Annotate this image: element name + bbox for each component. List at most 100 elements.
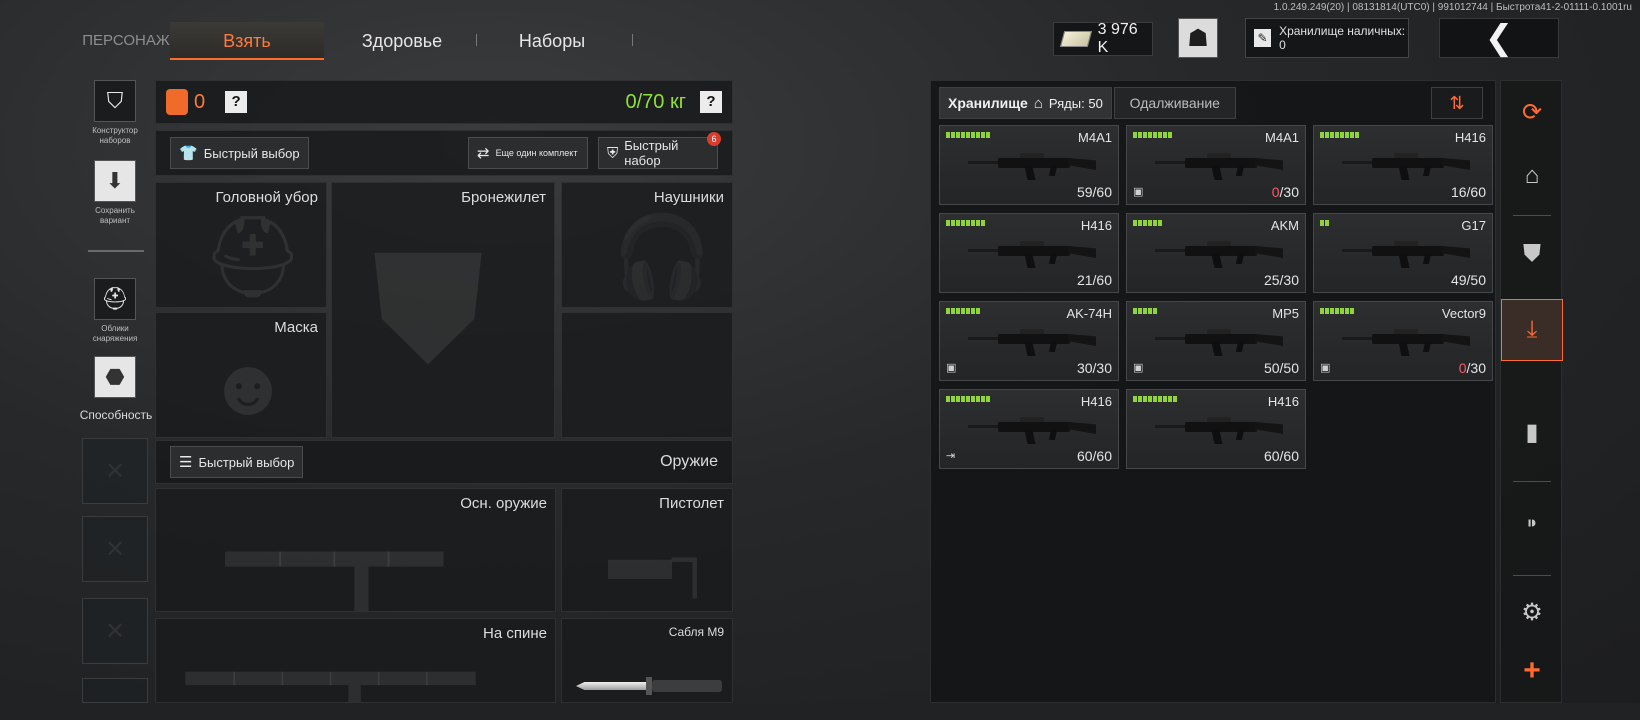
durability-pips	[946, 132, 990, 138]
weapon-image-icon	[1342, 328, 1472, 358]
durability-pips	[1320, 132, 1359, 138]
rail-divider	[1513, 575, 1551, 576]
ammo-count: 49/50	[1450, 272, 1486, 288]
storage-panel: Хранилище ⌂ Ряды: 50 Одалживание ⇅ M4A1 5…	[930, 80, 1496, 703]
attachment-icon: ⚙	[1521, 598, 1543, 626]
gear-quick-row: 👕 Быстрый выбор ⇄ Еще один комплект ⛨ Бы…	[155, 130, 733, 176]
weapons-quick-select-button[interactable]: ☰ Быстрый выбор	[170, 446, 304, 478]
rail-all-categories[interactable]: ⟳	[1501, 81, 1563, 143]
slot-primary-weapon[interactable]: Осн. оружие ━━┳━	[155, 488, 556, 612]
tab-borrow[interactable]: Одалживание	[1113, 87, 1236, 119]
weapons-title: Оружие	[660, 453, 718, 470]
slot-melee[interactable]: Сабля М9	[561, 618, 733, 703]
quick-kit-button[interactable]: ⛨ Быстрый набор 6	[598, 132, 721, 169]
ability-button[interactable]: ⬣	[82, 356, 148, 402]
headphones-silhouette-icon: 🎧	[612, 212, 712, 301]
save-variant-button[interactable]: ⬇ Сохранить вариант	[82, 160, 148, 226]
storage-item-card[interactable]: M4A1 59/60	[939, 125, 1119, 205]
gear-quick-select-button[interactable]: 👕 Быстрый выбор	[170, 137, 309, 169]
slot-headphones[interactable]: Наушники 🎧	[561, 182, 733, 308]
quick-kit-label: Быстрый набор	[624, 138, 679, 168]
storage-item-card[interactable]: H416 60/60 ⇥	[939, 389, 1119, 469]
weapons-quick-select-label: Быстрый выбор	[198, 454, 295, 470]
slot-back-weapon[interactable]: На спине ━━━┳━━	[155, 618, 556, 703]
durability-pips	[946, 308, 980, 314]
tab-storage[interactable]: Хранилище ⌂ Ряды: 50	[939, 87, 1112, 119]
storage-item-card[interactable]: MP5 50/50 ▣	[1126, 301, 1306, 381]
helmet-icon: ⛑	[94, 278, 136, 320]
weapon-download-icon: ⤓	[1526, 316, 1538, 343]
durability-pips	[946, 396, 990, 402]
rail-armor[interactable]: ⛊	[1501, 223, 1563, 285]
empty-sidebar-slot[interactable]	[82, 678, 148, 720]
slot-vest[interactable]: Бронежилет ⛊	[331, 182, 555, 438]
save-variant-label: Сохранить вариант	[95, 206, 135, 225]
home-icon: ⌂	[1033, 94, 1043, 112]
weight-bar: 0 ? 0/70 кг ?	[155, 80, 733, 124]
helmet-silhouette-icon: ⛑	[202, 212, 304, 301]
item-name: Vector9	[1441, 306, 1486, 321]
ammo-count: 59/60	[1076, 184, 1112, 200]
durability-pips	[1133, 308, 1157, 314]
item-name: M4A1	[1265, 130, 1299, 145]
storage-item-card[interactable]: G17 49/50	[1313, 213, 1493, 293]
bullet-icon: ⁍	[1526, 510, 1538, 538]
storage-item-card[interactable]: M4A1 0/30 ▣	[1126, 125, 1306, 205]
tab-health[interactable]: Здоровье	[340, 22, 464, 60]
rail-weapons[interactable]: ⤓	[1501, 299, 1563, 361]
vest-silhouette-icon: ⛊	[372, 224, 485, 392]
slot-empty-gear[interactable]	[561, 312, 733, 438]
storage-cash-button[interactable]: ✎ Хранилище наличных: 0	[1245, 18, 1409, 58]
empty-sidebar-slot[interactable]	[82, 516, 148, 582]
box-icon: ▣	[1133, 186, 1144, 198]
back-button[interactable]: ❮	[1439, 18, 1559, 58]
slot-label: Наушники	[653, 189, 724, 206]
help-icon[interactable]: ?	[225, 91, 248, 113]
slot-headwear[interactable]: Головной убор ⛑	[155, 182, 327, 308]
storage-item-card[interactable]: AKM 25/30	[1126, 213, 1306, 293]
ammo-stack-icon: ☰	[179, 454, 193, 471]
tab-take[interactable]: Взять	[170, 22, 324, 60]
item-name: H416	[1454, 130, 1486, 145]
tab-sets[interactable]: Наборы	[490, 22, 614, 60]
storage-item-card[interactable]: Vector9 0/30 ▣	[1313, 301, 1493, 381]
backpack-count: 0	[194, 90, 206, 113]
slot-label: Маска	[274, 319, 318, 336]
ammo-count: 60/60	[1076, 448, 1112, 464]
rail-add[interactable]: +	[1501, 643, 1563, 699]
box-icon: ▣	[1133, 362, 1144, 374]
weapons-header: ☰ Быстрый выбор Оружие	[155, 440, 733, 484]
help-icon[interactable]: ?	[700, 91, 722, 113]
storage-item-card[interactable]: H416 60/60	[1126, 389, 1306, 469]
empty-sidebar-slot[interactable]	[82, 598, 148, 664]
rail-magazines[interactable]: ▮	[1501, 401, 1563, 463]
weapon-image-icon	[1342, 240, 1472, 270]
currency-display[interactable]: 3 976 K	[1053, 21, 1153, 56]
gear-skins-button[interactable]: ⛑ Облики снаряжения	[82, 278, 148, 344]
rail-attachments[interactable]: ⚙	[1501, 581, 1563, 643]
rail-ammo[interactable]: ⁍	[1501, 493, 1563, 555]
ammo-count: 25/30	[1263, 272, 1299, 288]
slot-pistol[interactable]: Пистолет ▬┐	[561, 488, 733, 612]
kit-builder-button[interactable]: ⛉ Конструктор наборов	[82, 80, 148, 146]
sort-button[interactable]: ⇅	[1431, 87, 1483, 119]
storage-item-card[interactable]: H416 16/60	[1313, 125, 1493, 205]
ammo-count: 21/60	[1076, 272, 1112, 288]
notification-badge: 6	[707, 132, 721, 146]
exit-icon: ⇥	[946, 450, 956, 462]
storage-item-card[interactable]: AK-74H 30/30 ▣	[939, 301, 1119, 381]
weapon-image-icon	[1155, 152, 1285, 182]
rail-home[interactable]: ⌂	[1501, 145, 1563, 207]
ammo-count: 0/30	[1271, 184, 1299, 200]
storage-tabs: Хранилище ⌂ Ряды: 50 Одалживание	[939, 87, 1236, 119]
tab-character[interactable]: ПЕРСОНАЖ	[82, 22, 170, 60]
weapon-image-icon	[968, 152, 1098, 182]
slot-label: Головной убор	[215, 189, 318, 206]
player-avatar-button[interactable]: ☗	[1178, 18, 1218, 58]
slot-mask[interactable]: Маска ☻	[155, 312, 327, 438]
another-kit-button[interactable]: ⇄ Еще один комплект	[468, 137, 588, 169]
storage-item-card[interactable]: H416 21/60	[939, 213, 1119, 293]
storage-tab-label: Хранилище	[948, 95, 1028, 111]
weapon-image-icon	[1155, 416, 1285, 446]
empty-sidebar-slot[interactable]	[82, 438, 148, 504]
